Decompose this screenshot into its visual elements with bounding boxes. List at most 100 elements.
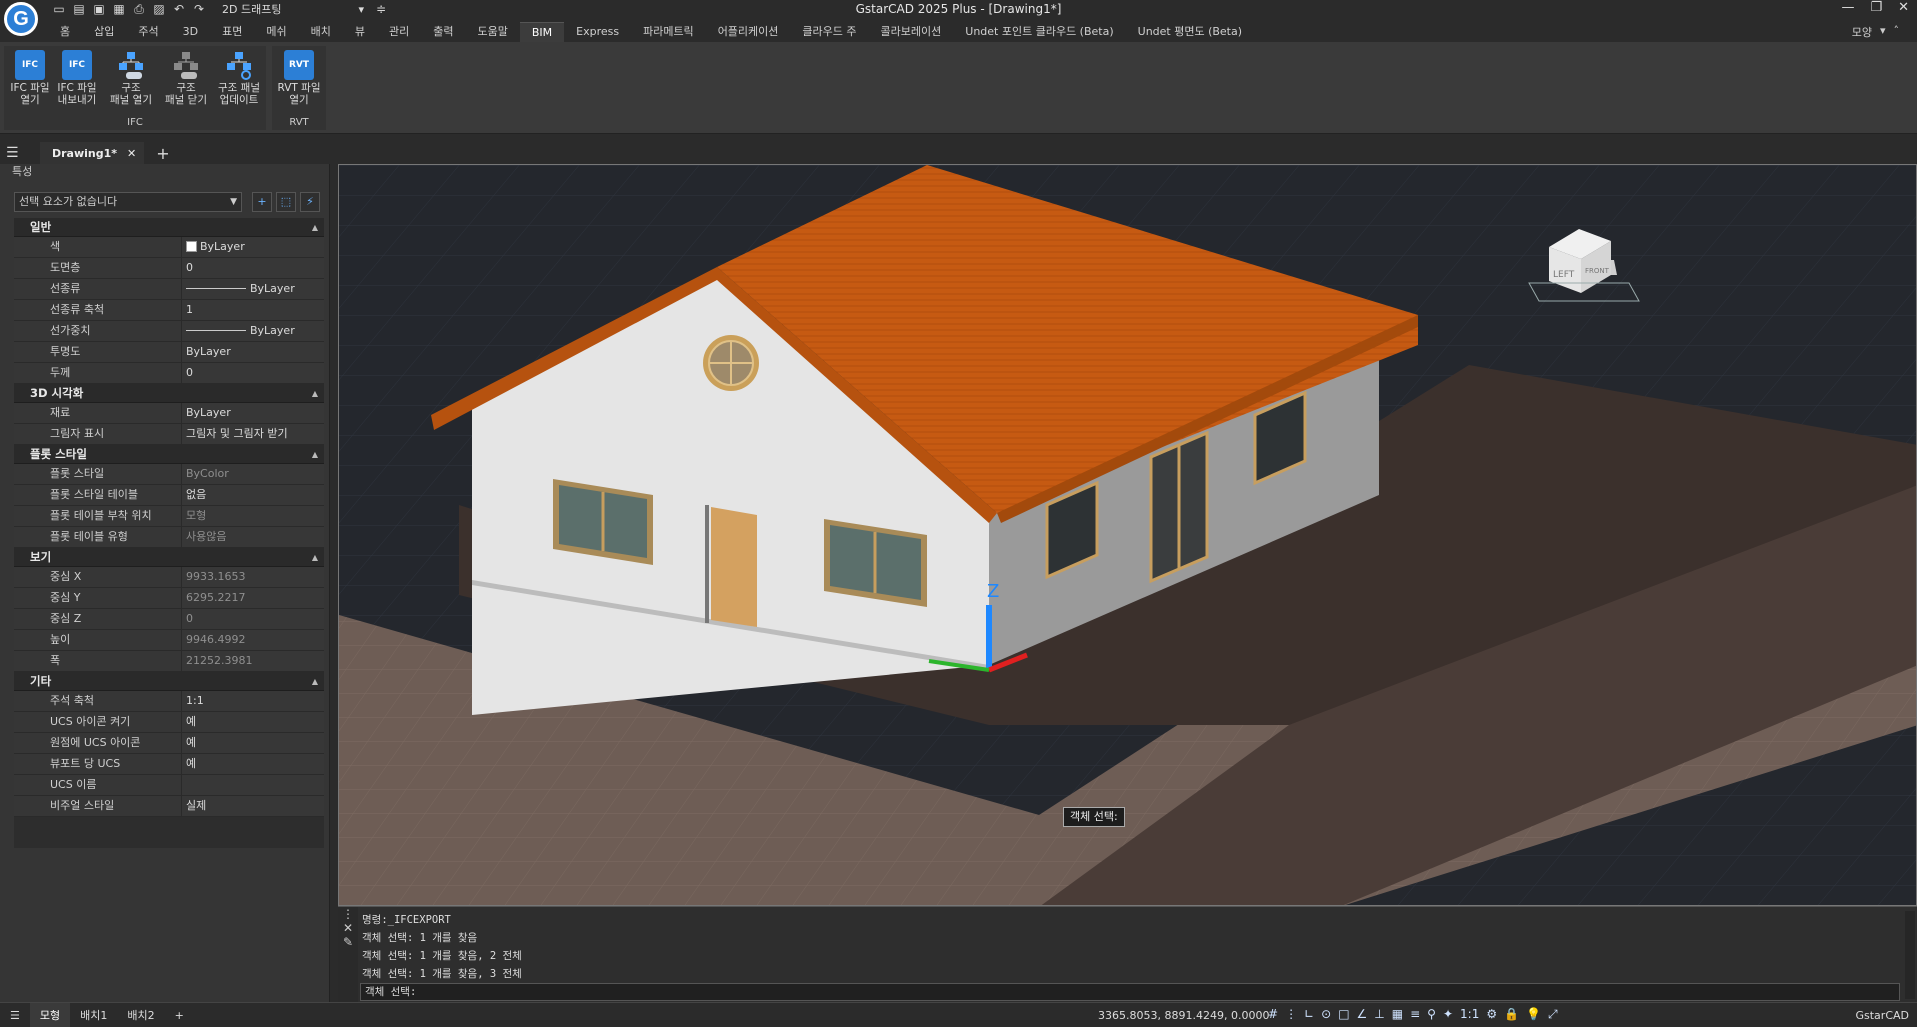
redo-icon[interactable]: ↷ xyxy=(192,1,206,17)
collapse-icon[interactable]: ▲ xyxy=(312,548,318,567)
property-value[interactable]: ByLayer xyxy=(182,321,324,341)
collapse-icon[interactable]: ▲ xyxy=(312,218,318,237)
close-icon[interactable]: ✕ xyxy=(338,921,358,935)
polar-icon[interactable]: ⊙ xyxy=(1321,1007,1331,1022)
property-row[interactable]: 중심 Z 0 xyxy=(14,609,324,630)
property-row[interactable]: 뷰포트 당 UCS 예 xyxy=(14,754,324,775)
annotation-icon[interactable]: ✦ xyxy=(1443,1007,1453,1022)
rvt-open-button[interactable]: RVT RVT 파일 열기 xyxy=(276,50,322,106)
property-section-header[interactable]: 보기 ▲ xyxy=(14,548,324,567)
dyn-icon[interactable]: ▦ xyxy=(1392,1007,1403,1022)
ribbon-tab[interactable]: Express xyxy=(564,22,631,42)
ifc-export-button[interactable]: IFC IFC 파일 내보내기 xyxy=(54,50,100,106)
ribbon-tab[interactable]: 어플리케이션 xyxy=(706,22,791,42)
property-row[interactable]: 플롯 스타일 ByColor xyxy=(14,464,324,485)
layout-tab[interactable]: 배치2 xyxy=(117,1003,164,1027)
property-section-header[interactable]: 플롯 스타일 ▲ xyxy=(14,445,324,464)
ribbon-tab[interactable]: 도움말 xyxy=(465,22,519,42)
document-tab[interactable]: Drawing1* ✕ xyxy=(40,142,145,164)
property-value[interactable] xyxy=(182,775,324,795)
ribbon-tab[interactable]: 관리 xyxy=(377,22,421,42)
lock-icon[interactable]: 🔒 xyxy=(1504,1007,1519,1022)
close-icon[interactable]: ✕ xyxy=(1898,0,1909,15)
save-icon[interactable]: ▣ xyxy=(92,1,106,17)
property-row[interactable]: 높이 9946.4992 xyxy=(14,630,324,651)
quick-select-icon[interactable]: ⚡ xyxy=(300,192,320,212)
command-input[interactable]: 객체 선택: xyxy=(360,983,1900,1001)
select-objects-icon[interactable]: ⬚ xyxy=(276,192,296,212)
scale-icon[interactable]: 1:1 xyxy=(1460,1007,1479,1022)
layout-tab[interactable]: 배치1 xyxy=(70,1003,117,1027)
property-value[interactable]: 1:1 xyxy=(182,691,324,711)
layout-tab[interactable]: 모형 xyxy=(29,1002,71,1027)
property-row[interactable]: 그림자 표시 그림자 및 그림자 받기 xyxy=(14,424,324,445)
property-value[interactable]: 없음 xyxy=(182,485,324,505)
property-row[interactable]: 폭 21252.3981 xyxy=(14,651,324,672)
property-value[interactable]: 9946.4992 xyxy=(182,630,324,650)
grip-icon[interactable]: ⋮ xyxy=(338,907,358,921)
customize-toolbar-icon[interactable]: ≑ xyxy=(374,1,388,17)
isolate-icon[interactable]: 💡 xyxy=(1526,1007,1541,1022)
ortho-icon[interactable]: ∟ xyxy=(1304,1007,1314,1022)
property-value[interactable]: 예 xyxy=(182,712,324,732)
ribbon-tab[interactable]: 출력 xyxy=(421,22,465,42)
property-value[interactable]: 예 xyxy=(182,733,324,753)
property-value[interactable]: 실제 xyxy=(182,796,324,816)
property-value[interactable]: 6295.2217 xyxy=(182,588,324,608)
property-value[interactable]: 0 xyxy=(182,609,324,629)
fullscreen-icon[interactable]: ⤢ xyxy=(1548,1007,1558,1022)
property-value[interactable]: 0 xyxy=(182,363,324,383)
property-row[interactable]: 색 ByLayer xyxy=(14,237,324,258)
save-as-icon[interactable]: ▦ xyxy=(112,1,126,17)
structure-panel-open-button[interactable]: 구조 패널 열기 xyxy=(108,50,154,106)
property-value[interactable]: ByLayer xyxy=(182,403,324,423)
ifc-open-button[interactable]: IFC IFC 파일 열기 xyxy=(7,50,53,106)
osnap-icon[interactable]: □ xyxy=(1338,1007,1349,1022)
status-menu-icon[interactable]: ☰ xyxy=(0,1003,30,1027)
undo-icon[interactable]: ↶ xyxy=(172,1,186,17)
collapse-icon[interactable]: ▲ xyxy=(312,445,318,464)
property-row[interactable]: 비주얼 스타일 실제 xyxy=(14,796,324,817)
toggle-pickadd-icon[interactable]: + xyxy=(252,192,272,212)
menu-icon[interactable]: ☰ xyxy=(6,145,28,161)
property-row[interactable]: 도면층 0 xyxy=(14,258,324,279)
property-value[interactable]: 0 xyxy=(182,258,324,278)
property-row[interactable]: 원점에 UCS 아이콘 예 xyxy=(14,733,324,754)
command-window-handle[interactable]: ⋮ ✕ ✎ xyxy=(338,907,358,1003)
otrack-icon[interactable]: ∠ xyxy=(1357,1007,1368,1022)
ribbon-tab[interactable]: 콜라보레이션 xyxy=(869,22,954,42)
ribbon-tab[interactable]: 주석 xyxy=(126,22,170,42)
property-row[interactable]: UCS 아이콘 켜기 예 xyxy=(14,712,324,733)
property-value[interactable]: 1 xyxy=(182,300,324,320)
property-row[interactable]: 두께 0 xyxy=(14,363,324,384)
grid-icon[interactable]: # xyxy=(1268,1007,1278,1022)
property-row[interactable]: 선가중치 ByLayer xyxy=(14,321,324,342)
open-folder-icon[interactable]: ▤ xyxy=(72,1,86,17)
snap-icon[interactable]: ⋮ xyxy=(1285,1007,1297,1022)
property-value[interactable]: 사용않음 xyxy=(182,527,324,547)
restore-icon[interactable]: ❐ xyxy=(1870,0,1882,15)
minimize-icon[interactable]: — xyxy=(1841,0,1854,15)
drawing-viewport[interactable]: Z LEFT FRONT 객체 선택: xyxy=(338,164,1917,906)
property-row[interactable]: 플롯 테이블 부착 위치 모형 xyxy=(14,506,324,527)
ribbon-tab[interactable]: 메쉬 xyxy=(254,22,298,42)
structure-panel-update-button[interactable]: 구조 패널 업데이트 xyxy=(216,50,262,106)
property-value[interactable]: 그림자 및 그림자 받기 xyxy=(182,424,324,444)
new-tab-icon[interactable]: + xyxy=(156,144,169,163)
workspace-icon[interactable]: ⚙ xyxy=(1486,1007,1497,1022)
ribbon-tab[interactable]: 클라우드 주 xyxy=(790,22,868,42)
mode-selector[interactable]: 모양 ▾ ˄ xyxy=(1852,24,1899,40)
ribbon-tab[interactable]: Undet 포인트 클라우드 (Beta) xyxy=(953,22,1125,42)
property-row[interactable]: 선종류 ByLayer xyxy=(14,279,324,300)
selection-cycling-icon[interactable]: ⚲ xyxy=(1427,1007,1436,1022)
collapse-icon[interactable]: ▲ xyxy=(312,384,318,403)
property-value[interactable]: 9933.1653 xyxy=(182,567,324,587)
property-row[interactable]: 선종류 축척 1 xyxy=(14,300,324,321)
property-row[interactable]: 중심 X 9933.1653 xyxy=(14,567,324,588)
ribbon-tab[interactable]: BIM xyxy=(519,22,565,42)
ribbon-tab[interactable]: Undet 평면도 (Beta) xyxy=(1126,22,1254,42)
new-file-icon[interactable]: ▭ xyxy=(52,1,66,17)
ribbon-tab[interactable]: 배치 xyxy=(299,22,343,42)
ribbon-tab[interactable]: 파라메트릭 xyxy=(631,22,706,42)
property-row[interactable]: 투명도 ByLayer xyxy=(14,342,324,363)
